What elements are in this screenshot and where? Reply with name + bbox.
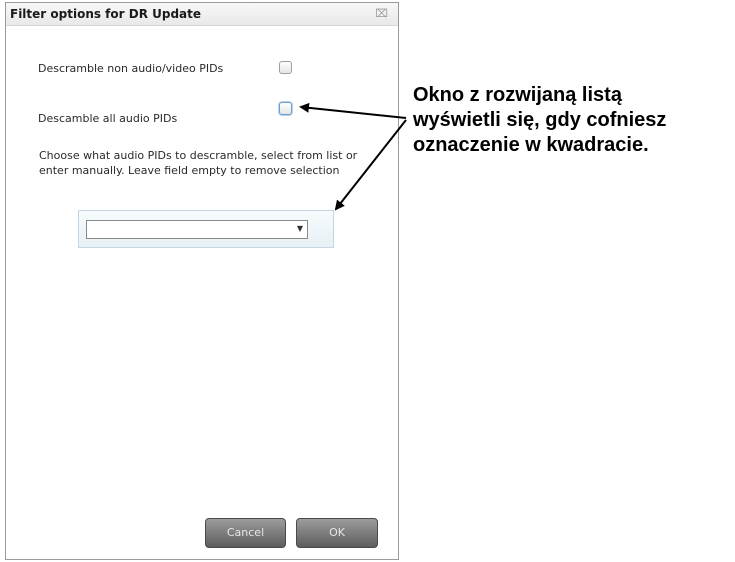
annotation-line-3: oznaczenie w kwadracie. <box>413 134 649 156</box>
arrow-to-checkbox <box>299 102 407 119</box>
annotation-line-1: Okno z rozwijaną listą <box>413 84 622 106</box>
annotation-line-2: wyświetli się, gdy cofniesz <box>413 109 667 131</box>
screenshot-stage: Filter options for DR Update ⌧ Descrambl… <box>0 0 735 562</box>
arrow-to-dropdown <box>334 119 407 211</box>
annotation-callout: Okno z rozwijaną listą wyświetli się, gd… <box>413 83 735 158</box>
